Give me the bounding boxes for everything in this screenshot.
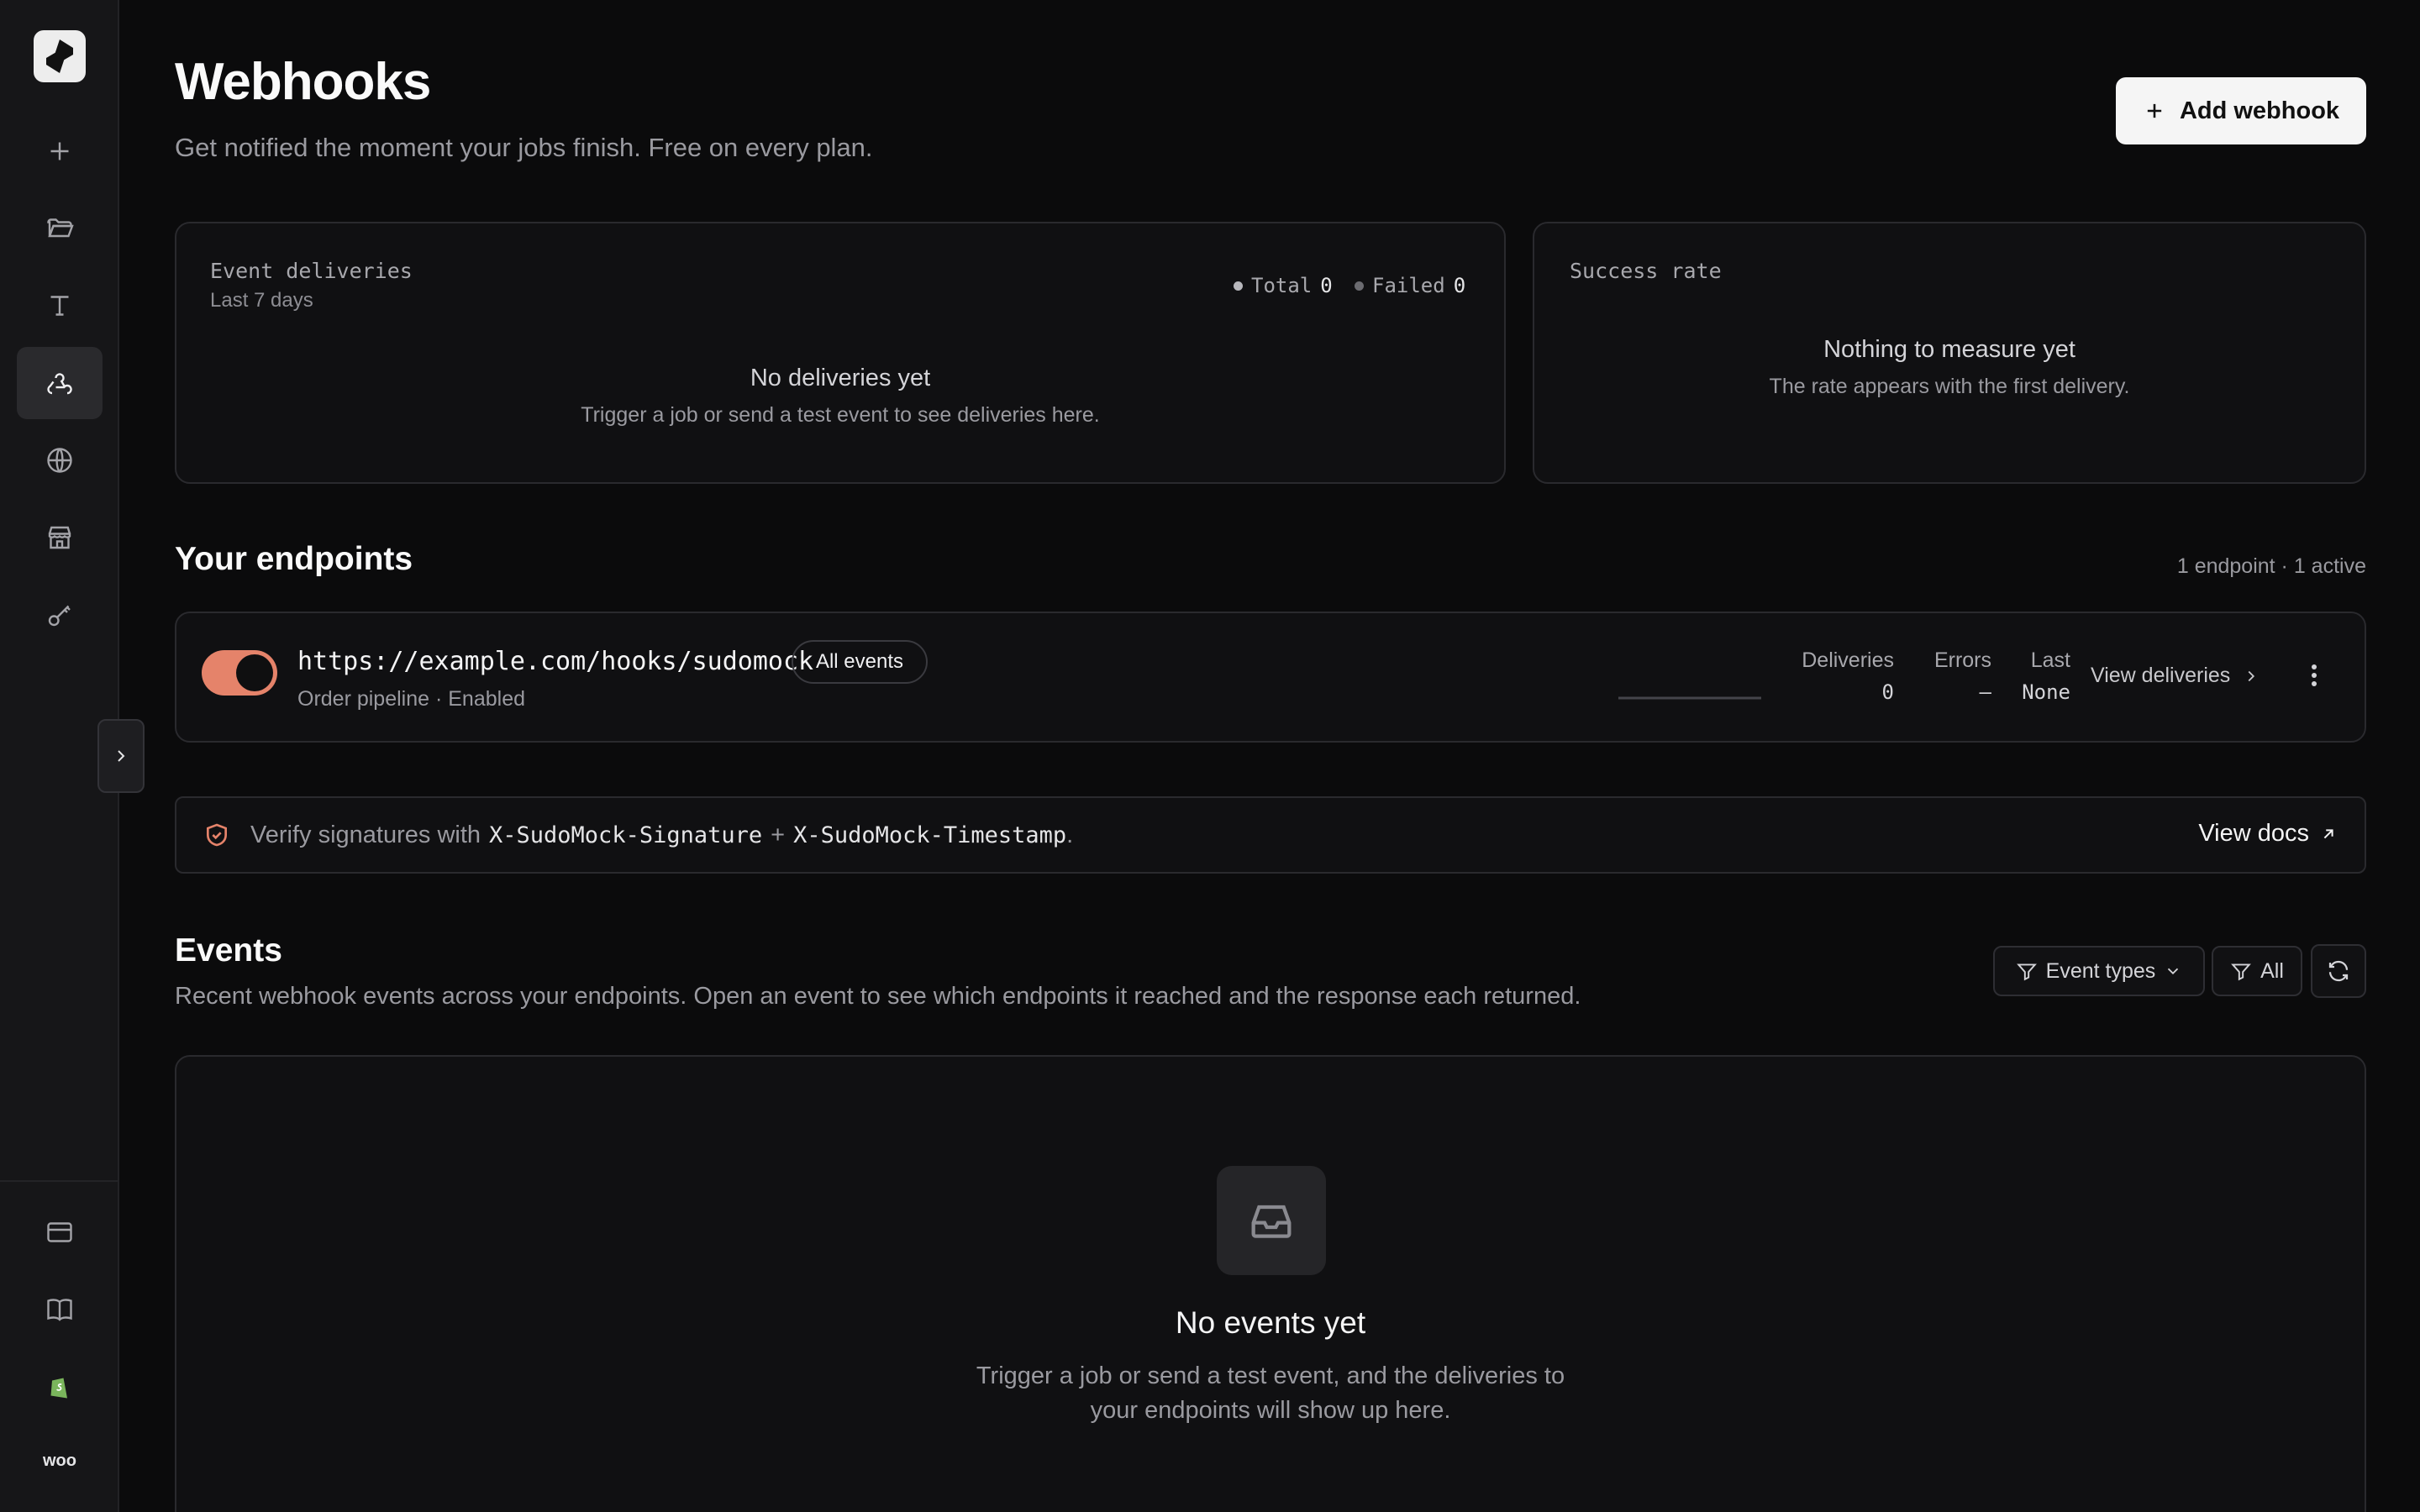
endpoint-description: Order pipeline · Enabled (297, 687, 525, 711)
nav-text-button[interactable] (17, 270, 103, 342)
legend-failed-label: Failed (1372, 274, 1445, 297)
inbox-icon (1251, 1205, 1292, 1238)
add-webhook-label: Add webhook (2179, 97, 2340, 124)
nav-billing-button[interactable] (17, 1196, 103, 1268)
sidebar-expand-button[interactable] (97, 719, 145, 793)
page-subtitle: Get notified the moment your jobs finish… (175, 133, 873, 162)
book-icon (47, 1299, 72, 1321)
plus-icon (2147, 103, 2162, 118)
verify-plus: + (771, 822, 786, 848)
events-title: Events (175, 932, 282, 969)
store-icon (48, 526, 71, 549)
inbox-badge (1217, 1166, 1326, 1275)
events-subtitle: Recent webhook events across your endpoi… (175, 983, 1581, 1010)
filter-icon (2016, 963, 2037, 981)
shopify-icon (50, 1378, 67, 1399)
app-logo[interactable] (34, 30, 86, 82)
page-title: Webhooks (175, 53, 431, 111)
nav-docs-button[interactable] (17, 1273, 103, 1346)
deliveries-empty-subtitle: Trigger a job or send a test event to se… (581, 403, 1100, 427)
errors-stat-label: Errors (1933, 648, 1991, 672)
deliveries-stat-value: 0 (1881, 680, 1894, 704)
endpoint-url[interactable]: https://example.com/hooks/sudomock (297, 647, 813, 676)
logo-mark-icon (46, 39, 73, 73)
endpoint-enabled-toggle[interactable] (202, 650, 277, 696)
status-filter[interactable]: All (2212, 946, 2302, 996)
events-empty-subtitle: Trigger a job or send a test event, and … (176, 1359, 2365, 1428)
view-deliveries-label: View deliveries (2091, 664, 2231, 687)
nav-webhooks-button[interactable] (17, 347, 103, 419)
events-empty-panel: No events yet Trigger a job or send a te… (175, 1055, 2366, 1512)
endpoint-more-button[interactable] (2297, 659, 2331, 692)
events-empty-line-2: your endpoints will show up here. (1090, 1397, 1451, 1424)
endpoint-row[interactable] (175, 612, 2366, 743)
endpoint-events-badge: All events (792, 640, 928, 684)
verify-text: Verify signatures with X-SudoMock-Signat… (250, 822, 1073, 849)
legend-failed: Failed 0 (1355, 274, 1465, 297)
verify-signatures-banner: Verify signatures with X-SudoMock-Signat… (175, 796, 2366, 874)
sidebar-divider (0, 1180, 118, 1182)
nav-store-button[interactable] (17, 501, 103, 574)
nav-domains-button[interactable] (17, 424, 103, 496)
nav-files-button[interactable] (17, 192, 103, 265)
errors-stat-value: – (1979, 680, 1991, 704)
events-empty-line-1: Trigger a job or send a test event, and … (976, 1362, 1565, 1389)
nav-woo-button[interactable]: woo (17, 1425, 103, 1497)
endpoints-title: Your endpoints (175, 541, 413, 577)
status-filter-label: All (2260, 958, 2284, 983)
arrow-up-right-icon (2323, 828, 2333, 838)
success-empty-title: Nothing to measure yet (1823, 336, 2075, 363)
nav-shopify-button[interactable] (17, 1351, 103, 1423)
toggle-knob (236, 654, 273, 691)
shield-check-icon (207, 823, 227, 847)
event-types-label: Event types (2045, 958, 2156, 983)
event-types-filter[interactable]: Event types (1993, 946, 2205, 996)
deliveries-stat-label: Deliveries (1802, 648, 1894, 672)
verify-suffix: . (1066, 822, 1074, 848)
view-docs-label: View docs (2198, 820, 2309, 847)
chevron-right-icon (118, 750, 125, 762)
card-period: Last 7 days (210, 289, 313, 312)
nav-new-button[interactable] (17, 115, 103, 187)
globe-icon (47, 448, 72, 473)
endpoint-sparkline (1618, 696, 1761, 700)
endpoints-count: 1 endpoint · 1 active (2176, 554, 2366, 578)
deliveries-empty-title: No deliveries yet (750, 365, 931, 391)
legend-failed-value: 0 (1453, 274, 1466, 297)
view-deliveries-link[interactable]: View deliveries (2091, 664, 2260, 688)
chevron-right-icon (2248, 670, 2255, 681)
plus-icon (50, 142, 69, 160)
filter-icon (2231, 963, 2251, 981)
text-icon (50, 296, 69, 316)
failed-dot-icon (1355, 281, 1364, 291)
event-deliveries-card: Event deliveries Last 7 days Total 0 Fai… (175, 222, 1506, 484)
card-label: Event deliveries (210, 259, 413, 283)
legend-total: Total 0 (1234, 274, 1333, 297)
success-empty-subtitle: The rate appears with the first delivery… (1769, 375, 2130, 398)
last-stat-value: None (2022, 680, 2070, 704)
folder-icon (47, 218, 74, 238)
card-label: Success rate (1570, 259, 1722, 283)
refresh-button[interactable] (2311, 944, 2366, 998)
chevron-down-icon (2168, 968, 2179, 975)
refresh-icon (2328, 960, 2349, 982)
add-webhook-button[interactable]: Add webhook (2116, 77, 2366, 144)
last-stat-label: Last (2030, 648, 2070, 672)
webhook-icon (47, 373, 72, 395)
success-rate-card: Success rate Nothing to measure yet The … (1533, 222, 2366, 484)
legend-total-value: 0 (1320, 274, 1333, 297)
total-dot-icon (1234, 281, 1243, 291)
more-vertical-icon (2312, 664, 2317, 686)
key-icon (48, 605, 71, 627)
signature-header: X-SudoMock-Signature (489, 822, 763, 848)
verify-prefix: Verify signatures with (250, 822, 481, 848)
nav-keys-button[interactable] (17, 579, 103, 651)
credit-card-icon (47, 1222, 72, 1242)
woo-icon: woo (43, 1451, 76, 1470)
view-docs-link[interactable]: View docs (2198, 820, 2338, 848)
timestamp-header: X-SudoMock-Timestamp (793, 822, 1067, 848)
legend-total-label: Total (1251, 274, 1313, 297)
events-empty-title: No events yet (1175, 1305, 1366, 1340)
